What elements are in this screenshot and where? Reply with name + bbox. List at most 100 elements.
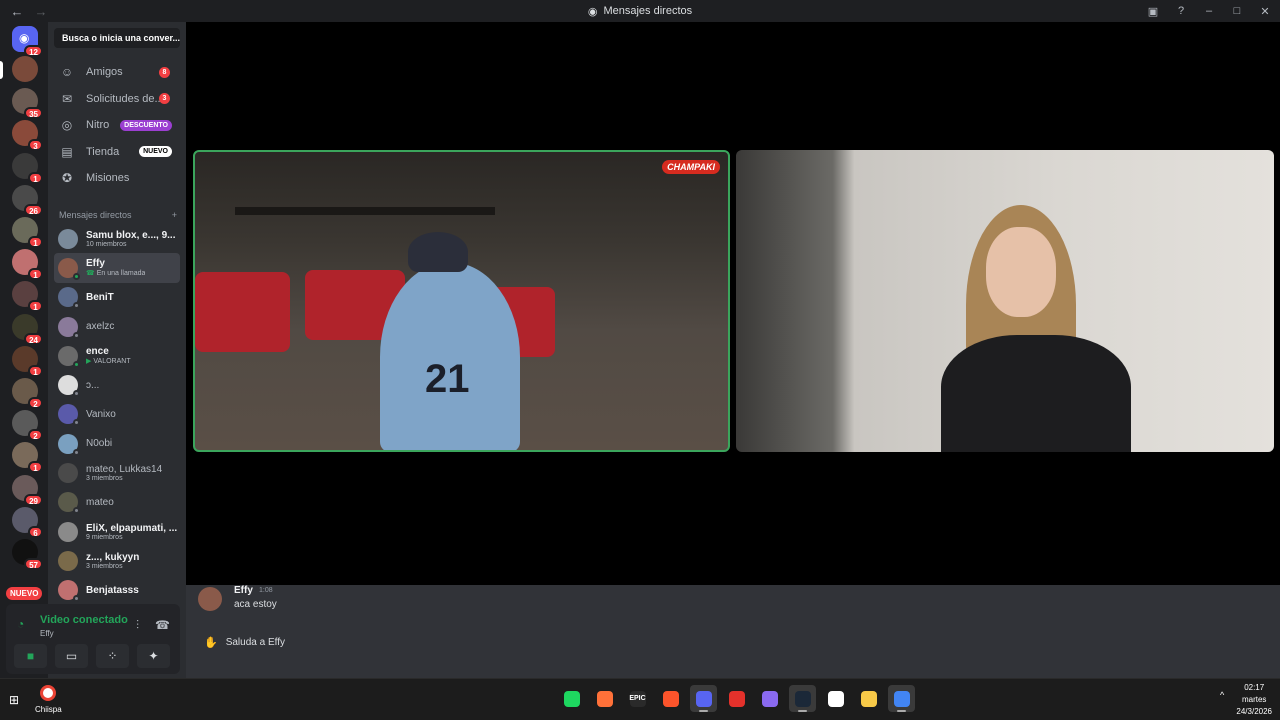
dm-name: z..., kukyyn (86, 551, 140, 563)
server-icon[interactable]: 1 (12, 152, 43, 184)
dm-text: Effy ☎ En una llamada (86, 258, 145, 277)
body-decor (941, 335, 1131, 452)
dm-item[interactable]: BeniT (54, 283, 180, 312)
nav-item-quests[interactable]: ✪ Misiones (54, 165, 180, 192)
dm-text: ence ▶ VALORANT (86, 346, 131, 365)
server-icon[interactable]: 2 (12, 410, 43, 442)
tray-chevron-icon[interactable]: ^ (1220, 690, 1224, 700)
server-icon[interactable]: 29 (12, 474, 43, 506)
dm-text: BeniT (86, 292, 114, 303)
champaki-logo: CHAMPAKI (662, 160, 720, 174)
video-tile-self[interactable]: 21 CHAMPAKI (193, 150, 730, 452)
dm-item[interactable]: axelzc (54, 312, 180, 341)
dm-item[interactable]: Effy ☎ En una llamada (54, 253, 180, 283)
signal-icon[interactable]: ◔ (17, 617, 24, 631)
server-icon[interactable]: 1 (12, 345, 43, 377)
video-tile-effy[interactable] (736, 150, 1274, 452)
capcut-taskbar-button[interactable] (822, 685, 849, 712)
steam-taskbar-button[interactable] (789, 685, 816, 712)
dm-text: ɔ... (86, 380, 99, 391)
add-dm-icon[interactable]: + (172, 210, 177, 220)
voice-channel: Effy (40, 629, 54, 638)
camera-button[interactable]: ■ (14, 644, 47, 668)
nav-item-shop[interactable]: ▤ Tienda NUEVO (54, 139, 180, 166)
wave-label: Saluda a Effy (225, 636, 286, 648)
windows-start-icon[interactable]: ⊞ (9, 693, 19, 707)
dm-item[interactable]: Vanixo (54, 400, 180, 429)
dm-item[interactable]: mateo, Lukkas14 3 miembros (54, 458, 180, 487)
help-icon[interactable]: ? (1174, 5, 1188, 17)
epic-taskbar-button[interactable]: EPIC (624, 685, 651, 712)
inbox-icon[interactable]: ▣ (1146, 5, 1160, 18)
minimize-icon[interactable]: – (1202, 5, 1216, 17)
dm-avatar (58, 345, 80, 368)
activities-button[interactable]: ⁘ (96, 644, 129, 668)
explorer-taskbar-button[interactable] (855, 685, 882, 712)
server-badge: 6 (28, 525, 43, 538)
new-servers-badge[interactable]: NUEVO (6, 587, 43, 600)
dm-name: ence (86, 346, 109, 358)
dm-item[interactable]: mateo (54, 488, 180, 517)
server-icon[interactable]: 1 (12, 249, 43, 281)
dm-item[interactable]: Benjatasss (54, 576, 180, 605)
forward-arrow-icon[interactable]: → (34, 4, 48, 19)
dm-item[interactable]: EliX, elpapumati, ... 9 miembros (54, 517, 180, 546)
server-icon[interactable]: 35 (12, 88, 43, 120)
spotify-taskbar-button[interactable] (558, 685, 585, 712)
running-indicator (798, 710, 807, 712)
back-arrow-icon[interactable]: ← (10, 4, 24, 19)
nav-item-mail[interactable]: ✉ Solicitudes de... 3 (54, 86, 180, 113)
server-badge: 2 (28, 397, 43, 409)
noise-suppression-icon[interactable]: ⫶ (136, 618, 139, 633)
firefox-taskbar-button[interactable] (591, 685, 618, 712)
dm-item[interactable]: Samu blox, e..., 9... 10 miembros (54, 224, 180, 253)
disconnect-icon[interactable]: ☎ (155, 618, 170, 633)
effy-figure (901, 205, 1131, 452)
server-icon[interactable]: 1 (12, 281, 43, 313)
chrome-profile-pinned[interactable]: Chiispa (35, 685, 62, 714)
server-icon[interactable]: 57 (12, 539, 43, 570)
server-badge: 35 (24, 107, 43, 120)
soundboard-button[interactable]: ✦ (137, 644, 170, 668)
copilot-taskbar-button[interactable] (756, 685, 783, 712)
status-dot (73, 390, 80, 398)
server-icon[interactable] (12, 56, 38, 82)
dm-item[interactable]: ɔ... (54, 370, 180, 399)
spotify-icon (563, 690, 580, 707)
chrome-taskbar-button[interactable] (888, 685, 915, 712)
dm-item[interactable]: ence ▶ VALORANT (54, 341, 180, 370)
server-icon[interactable]: 3 (12, 120, 43, 152)
wave-button[interactable]: ✋ Saluda a Effy (198, 631, 291, 653)
rockstar-taskbar-button[interactable] (723, 685, 750, 712)
clock[interactable]: 02:17 martes 24/3/2026 (1236, 682, 1272, 718)
dm-item[interactable]: N0obi (54, 429, 180, 458)
discord-taskbar-button[interactable] (690, 685, 717, 712)
dm-text: Vanixo (86, 409, 116, 420)
server-icon[interactable]: 24 (12, 313, 43, 345)
home-button[interactable]: ◉ 12 (12, 26, 43, 57)
app-window: ← → ◉ Mensajes directos ▣ ? – □ ✕ ◉ 12 35 3… (0, 0, 1280, 720)
message-author[interactable]: Effy (234, 585, 253, 596)
server-icon[interactable]: 26 (12, 184, 43, 216)
brave-taskbar-button[interactable] (657, 685, 684, 712)
close-icon[interactable]: ✕ (1258, 5, 1272, 18)
dm-subtitle-text: 3 miembros (86, 562, 123, 570)
voice-status[interactable]: Video conectado (40, 614, 128, 626)
nav-item-nitro[interactable]: ◎ Nitro DESCUENTO (54, 112, 180, 139)
server-icon[interactable]: 1 (12, 442, 43, 474)
server-icon[interactable]: 2 (12, 378, 43, 409)
message-avatar[interactable] (198, 587, 222, 611)
search-input[interactable]: Busca o inicia una conver... (54, 28, 180, 48)
dm-text: N0obi (86, 438, 112, 449)
capcut-icon (827, 690, 844, 707)
dm-item[interactable]: z..., kukyyn 3 miembros (54, 546, 180, 575)
running-indicator (699, 710, 708, 712)
dm-name: N0obi (86, 438, 113, 450)
server-icon[interactable]: 6 (12, 506, 43, 538)
screen-share-button[interactable]: ▭ (55, 644, 88, 668)
dm-avatar (58, 463, 78, 484)
dm-subtitle: 9 miembros (86, 534, 177, 541)
nav-item-friends[interactable]: ☺ Amigos 8 (54, 59, 180, 86)
server-icon[interactable]: 1 (12, 217, 43, 248)
maximize-icon[interactable]: □ (1230, 5, 1244, 17)
